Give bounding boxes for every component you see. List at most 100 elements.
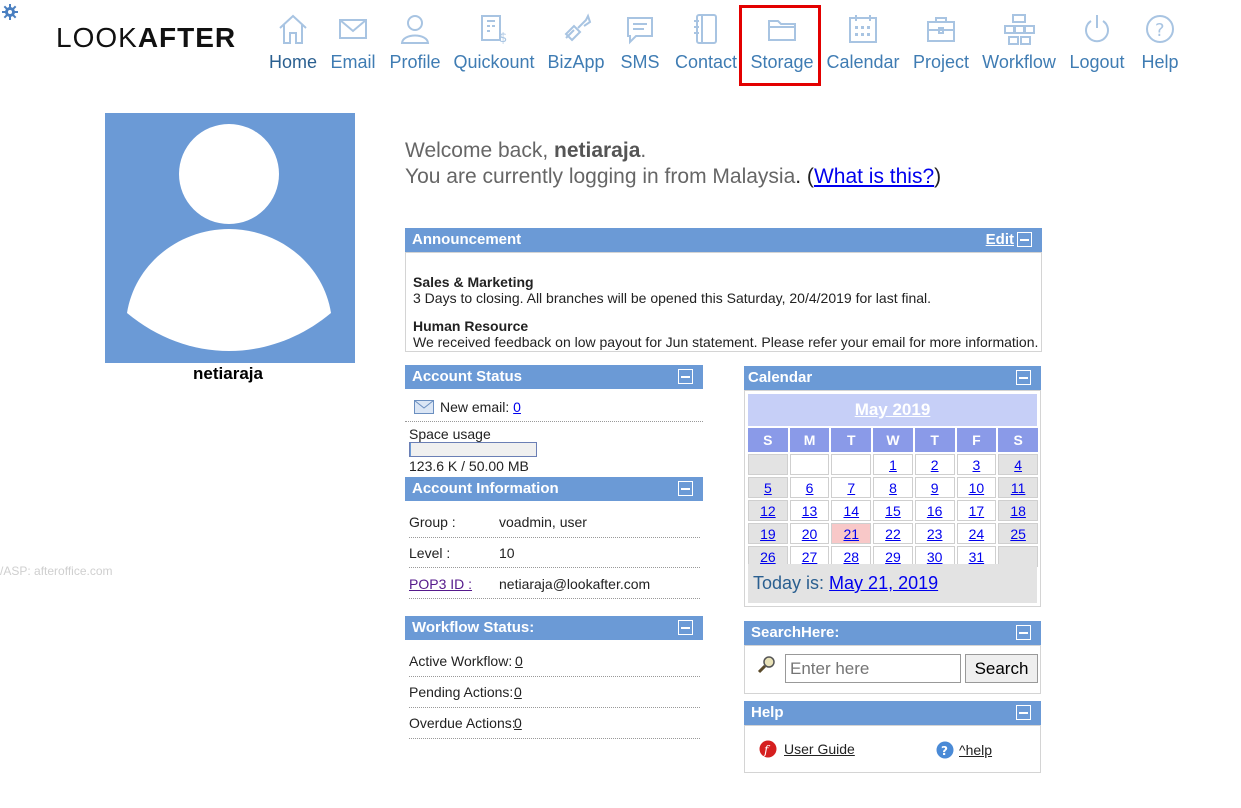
calendar-day-link[interactable]: 31: [969, 549, 985, 565]
calendar-day-link[interactable]: 22: [885, 526, 901, 542]
calendar-day[interactable]: 4: [998, 454, 1038, 475]
calendar-day-link[interactable]: 11: [1011, 480, 1026, 496]
calendar-day-link[interactable]: 15: [885, 503, 901, 519]
nav-project[interactable]: Project: [912, 12, 970, 73]
nav-calendar[interactable]: Calendar: [826, 12, 900, 73]
calendar-day[interactable]: 24: [956, 523, 997, 544]
today-date-link[interactable]: May 21, 2019: [829, 573, 938, 593]
calendar-day[interactable]: 9: [914, 477, 955, 498]
divider: [409, 738, 700, 739]
calendar-day[interactable]: 20: [789, 523, 830, 544]
collapse-icon[interactable]: [1016, 705, 1031, 720]
search-button[interactable]: Search: [965, 654, 1038, 683]
calendar-day[interactable]: 17: [956, 500, 997, 521]
collapse-icon[interactable]: [1016, 625, 1031, 640]
nav-profile[interactable]: Profile: [388, 12, 442, 73]
user-guide-link[interactable]: User Guide: [784, 741, 855, 757]
calendar-day-link[interactable]: 8: [889, 480, 897, 496]
nav-email[interactable]: Email: [329, 12, 377, 73]
calendar-day-link[interactable]: 21: [843, 526, 859, 542]
nav-logout[interactable]: Logout: [1068, 12, 1126, 73]
calendar-day-link[interactable]: 25: [1010, 526, 1026, 542]
calendar-day-link[interactable]: 6: [806, 480, 814, 496]
calendar-day[interactable]: 14: [831, 500, 872, 521]
calendar-day[interactable]: 22: [873, 523, 913, 544]
collapse-icon[interactable]: [678, 369, 693, 384]
calendar-day-link[interactable]: 27: [802, 549, 818, 565]
announcement-text: We received feedback on low payout for J…: [413, 334, 1039, 350]
calendar-day-link[interactable]: 9: [931, 480, 939, 496]
calendar-day-link[interactable]: 13: [802, 503, 818, 519]
nav-home[interactable]: Home: [268, 12, 318, 73]
calendar-day-link[interactable]: 19: [760, 526, 776, 542]
calendar-day[interactable]: 15: [873, 500, 913, 521]
lookafter-logo[interactable]: LOOKAFTER: [56, 22, 236, 54]
collapse-icon[interactable]: [1016, 370, 1031, 385]
calendar-day[interactable]: 3: [956, 454, 997, 475]
collapse-icon[interactable]: [678, 481, 693, 496]
calendar-day-link[interactable]: 10: [969, 480, 985, 496]
calendar-day[interactable]: 12: [748, 500, 788, 521]
calendar-day[interactable]: 5: [748, 477, 788, 498]
calendar-day-link[interactable]: 3: [972, 457, 980, 473]
calendar-day[interactable]: 6: [789, 477, 830, 498]
pending-actions-link[interactable]: 0: [514, 684, 522, 700]
calendar-day-link[interactable]: 16: [927, 503, 943, 519]
calendar-header: Calendar: [744, 366, 1041, 390]
calendar-day-link[interactable]: 14: [843, 503, 859, 519]
calendar-day-link[interactable]: 20: [802, 526, 818, 542]
pop3-id-link[interactable]: POP3 ID :: [409, 576, 472, 592]
calendar-day-link[interactable]: 12: [760, 503, 776, 519]
calendar-day-link[interactable]: 4: [1014, 457, 1022, 473]
calendar-day-link[interactable]: 28: [843, 549, 859, 565]
calendar-day[interactable]: 23: [914, 523, 955, 544]
calendar-day[interactable]: 13: [789, 500, 830, 521]
calendar-day[interactable]: 10: [956, 477, 997, 498]
calendar-day-link[interactable]: 24: [969, 526, 985, 542]
calendar-day-link[interactable]: 29: [885, 549, 901, 565]
what-is-this-link[interactable]: What is this?: [814, 165, 934, 188]
calendar-day-link[interactable]: 7: [847, 480, 855, 496]
calendar-day[interactable]: 8: [873, 477, 913, 498]
nav-contact[interactable]: Contact: [674, 12, 738, 73]
calendar-day-link[interactable]: 2: [931, 457, 939, 473]
location-text: You are currently logging in from Malays…: [405, 165, 796, 188]
help-header: Help: [744, 701, 1041, 725]
nav-sms[interactable]: SMS: [618, 12, 662, 73]
calendar-day-link[interactable]: 18: [1010, 503, 1026, 519]
announcement-edit-link[interactable]: Edit: [986, 228, 1014, 252]
calendar-day[interactable]: 1: [873, 454, 913, 475]
calendar-day[interactable]: 2: [914, 454, 955, 475]
active-workflow-link[interactable]: 0: [515, 653, 523, 669]
nav-help[interactable]: ? Help: [1138, 12, 1182, 73]
calendar-day-link[interactable]: 1: [889, 457, 897, 473]
calendar-day[interactable]: 18: [998, 500, 1038, 521]
storage-highlight-box: [739, 5, 821, 86]
help-link[interactable]: ^help: [959, 742, 992, 758]
new-email-count-link[interactable]: 0: [513, 399, 521, 415]
nav-quickount[interactable]: $ Quickount: [453, 12, 535, 73]
announcement-title: Announcement: [412, 231, 522, 248]
collapse-icon[interactable]: [678, 620, 693, 635]
logo-light: LOOK: [56, 22, 138, 53]
calendar-day[interactable]: 19: [748, 523, 788, 544]
calendar-day-link[interactable]: 30: [927, 549, 943, 565]
calendar-day[interactable]: 21: [831, 523, 872, 544]
mail-icon: [339, 19, 367, 39]
overdue-actions-link[interactable]: 0: [514, 715, 522, 731]
nav-bizapp[interactable]: BizApp: [547, 12, 605, 73]
calendar-day[interactable]: 25: [998, 523, 1038, 544]
nav-workflow[interactable]: Workflow: [982, 12, 1056, 73]
calendar-day[interactable]: 7: [831, 477, 872, 498]
avatar[interactable]: [105, 113, 355, 363]
calendar-day[interactable]: 16: [914, 500, 955, 521]
calendar-day-link[interactable]: 23: [927, 526, 943, 542]
calendar-week: 19 20 21 22 23 24 25: [748, 523, 1038, 544]
calendar-day-link[interactable]: 17: [969, 503, 985, 519]
calendar-day[interactable]: 11: [998, 477, 1038, 498]
collapse-icon[interactable]: [1017, 232, 1032, 247]
search-input[interactable]: [785, 654, 961, 683]
calendar-month-link[interactable]: May 2019: [855, 400, 931, 419]
calendar-day-link[interactable]: 5: [764, 480, 772, 496]
calendar-day-link[interactable]: 26: [760, 549, 776, 565]
